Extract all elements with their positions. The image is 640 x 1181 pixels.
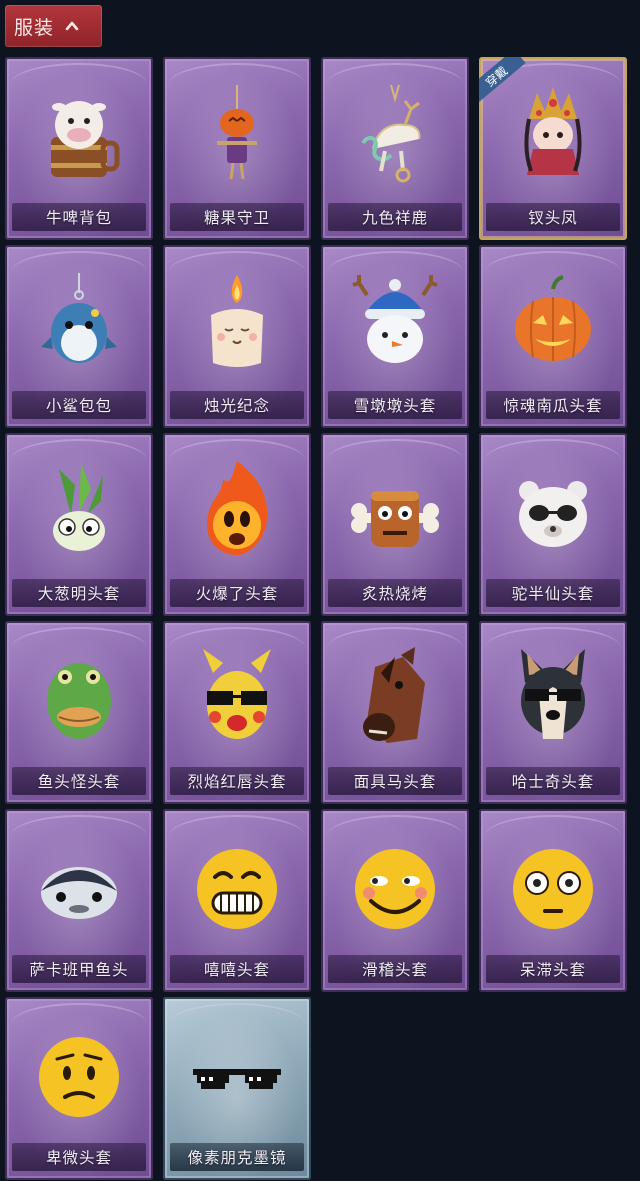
costume-card[interactable]: 滑稽头套 — [321, 809, 469, 992]
card-label-bar: 烈焰红唇头套 — [170, 767, 304, 795]
costume-card[interactable]: 牛啤背包 — [5, 57, 153, 240]
card-label-bar: 钗头凤 — [486, 203, 620, 231]
costume-card[interactable]: 小鲨包包 — [5, 245, 153, 428]
costume-name: 烛光纪念 — [203, 397, 270, 415]
horse-mask-icon — [363, 647, 425, 743]
card-label-bar: 大葱明头套 — [12, 579, 146, 607]
card-label-bar: 驼半仙头套 — [486, 579, 620, 607]
costume-card[interactable]: 火爆了头套 — [163, 433, 311, 616]
fish-head-icon — [47, 663, 111, 739]
dazed-emoji-icon — [513, 849, 593, 929]
funny-emoji-icon — [355, 849, 435, 929]
costume-name: 鱼头怪头套 — [37, 773, 121, 791]
costume-name: 面具马头套 — [353, 773, 437, 791]
card-label-bar: 烛光纪念 — [170, 391, 304, 419]
husky-head-icon — [521, 649, 585, 739]
costume-card[interactable]: 糖果守卫 — [163, 57, 311, 240]
costume-name: 钗头凤 — [528, 209, 578, 227]
costume-card[interactable]: 惊魂南瓜头套 — [479, 245, 627, 428]
section-title: 服装 — [14, 16, 55, 39]
card-label-bar: 牛啤背包 — [12, 203, 146, 231]
costume-card[interactable]: 烛光纪念 — [163, 245, 311, 428]
grin-emoji-icon — [197, 849, 277, 929]
bear-sunglasses-icon — [519, 481, 587, 547]
costume-name: 滑稽头套 — [361, 961, 428, 979]
humble-emoji-icon — [39, 1037, 119, 1117]
card-label-bar: 卑微头套 — [12, 1143, 146, 1171]
scallion-head-icon — [53, 463, 105, 551]
costume-card[interactable]: 萨卡班甲鱼头 — [5, 809, 153, 992]
costume-name: 驼半仙头套 — [511, 585, 595, 603]
phoenix-crown-doll-icon — [524, 87, 582, 175]
costume-card[interactable]: 哈士奇头套 — [479, 621, 627, 804]
costume-card[interactable]: 穿戴 钗头凤 — [479, 57, 627, 240]
costume-name: 小鲨包包 — [45, 397, 112, 415]
card-label-bar: 嘻嘻头套 — [170, 955, 304, 983]
costume-card[interactable]: 嘻嘻头套 — [163, 809, 311, 992]
costume-card[interactable]: 面具马头套 — [321, 621, 469, 804]
costume-card[interactable]: 九色祥鹿 — [321, 57, 469, 240]
chevron-up-icon — [65, 21, 79, 31]
snowman-head-icon — [352, 275, 438, 363]
costume-name: 像素朋克墨镜 — [187, 1149, 287, 1167]
costume-name: 雪墩墩头套 — [353, 397, 437, 415]
shark-bag-icon — [41, 273, 117, 363]
costume-name: 嘻嘻头套 — [203, 961, 270, 979]
costume-name: 火爆了头套 — [195, 585, 279, 603]
card-label-bar: 鱼头怪头套 — [12, 767, 146, 795]
costume-name: 牛啤背包 — [45, 209, 112, 227]
card-label-bar: 滑稽头套 — [328, 955, 462, 983]
costume-card[interactable]: 雪墩墩头套 — [321, 245, 469, 428]
card-label-bar: 面具马头套 — [328, 767, 462, 795]
card-label-bar: 九色祥鹿 — [328, 203, 462, 231]
card-label-bar: 像素朋克墨镜 — [170, 1143, 304, 1171]
costume-card[interactable]: 炙热烧烤 — [321, 433, 469, 616]
costume-name: 大葱明头套 — [37, 585, 121, 603]
armored-fish-icon — [41, 867, 117, 919]
costume-name: 卑微头套 — [45, 1149, 112, 1167]
costume-card[interactable]: 呆滞头套 — [479, 809, 627, 992]
fire-head-icon — [206, 461, 268, 555]
costume-name: 糖果守卫 — [203, 209, 270, 227]
pumpkin-scarecrow-icon — [217, 85, 257, 180]
costume-card[interactable]: 大葱明头套 — [5, 433, 153, 616]
costume-card[interactable]: 烈焰红唇头套 — [163, 621, 311, 804]
card-label-bar: 呆滞头套 — [486, 955, 620, 983]
jack-o-lantern-icon — [515, 275, 591, 361]
card-label-bar: 惊魂南瓜头套 — [486, 391, 620, 419]
costume-name: 九色祥鹿 — [361, 209, 428, 227]
costume-name: 烈焰红唇头套 — [187, 773, 287, 791]
pixel-sunglasses-icon — [193, 1069, 281, 1089]
costume-name: 炙热烧烤 — [361, 585, 428, 603]
card-label-bar: 火爆了头套 — [170, 579, 304, 607]
card-label-bar: 炙热烧烤 — [328, 579, 462, 607]
yellow-mask-icon — [203, 649, 271, 739]
costume-card[interactable]: 卑微头套 — [5, 997, 153, 1180]
bbq-meat-icon — [351, 491, 439, 547]
costume-name: 呆滞头套 — [519, 961, 586, 979]
card-label-bar: 萨卡班甲鱼头 — [12, 955, 146, 983]
card-label-bar: 糖果守卫 — [170, 203, 304, 231]
candle-icon — [211, 275, 263, 367]
costume-grid: 牛啤背包 糖果守卫 九色祥鹿 穿戴 钗头凤小鲨包包 烛光纪念 雪墩墩头套 惊魂南瓜头套大葱明头… — [5, 57, 627, 1180]
deer-pendant-icon — [361, 84, 421, 183]
card-label-bar: 哈士奇头套 — [486, 767, 620, 795]
costume-section-header[interactable]: 服装 — [5, 5, 102, 47]
card-label-bar: 雪墩墩头套 — [328, 391, 462, 419]
costume-name: 哈士奇头套 — [511, 773, 595, 791]
costume-card[interactable]: 像素朋克墨镜 — [163, 997, 311, 1180]
costume-card[interactable]: 鱼头怪头套 — [5, 621, 153, 804]
costume-name: 惊魂南瓜头套 — [503, 397, 603, 415]
costume-name: 萨卡班甲鱼头 — [29, 961, 129, 979]
card-label-bar: 小鲨包包 — [12, 391, 146, 419]
costume-card[interactable]: 驼半仙头套 — [479, 433, 627, 616]
cow-beer-backpack-icon — [51, 101, 120, 177]
